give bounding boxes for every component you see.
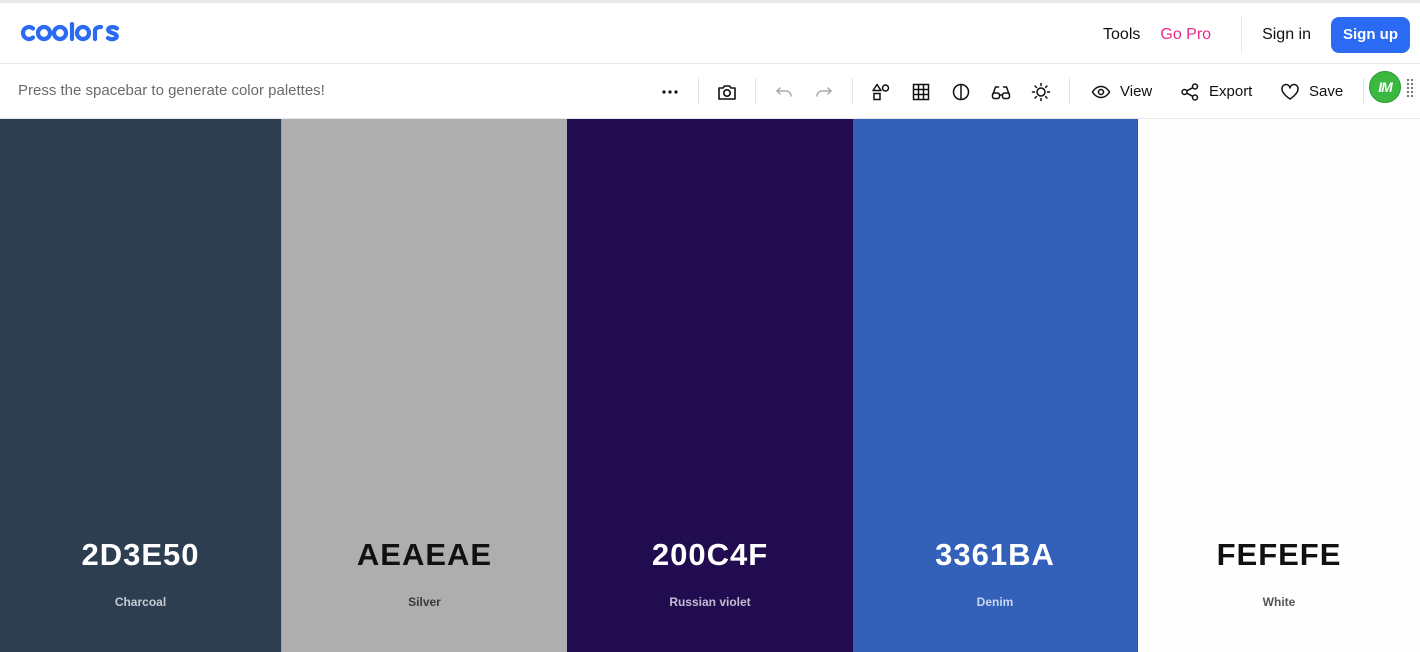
visualize-button[interactable] — [861, 72, 901, 112]
view-label: View — [1120, 83, 1153, 100]
adjust-brightness-button[interactable] — [1021, 72, 1061, 112]
save-button[interactable]: Save — [1280, 64, 1343, 119]
undo-button[interactable] — [764, 72, 804, 112]
redo-button[interactable] — [804, 72, 844, 112]
grid-icon — [912, 83, 930, 100]
drag-handle-icon[interactable] — [1406, 78, 1414, 98]
redo-icon — [816, 86, 832, 97]
eye-icon — [1091, 85, 1111, 98]
go-pro-link[interactable]: Go Pro — [1150, 17, 1221, 53]
sun-icon — [1031, 82, 1051, 101]
sign-in-link[interactable]: Sign in — [1252, 17, 1321, 53]
user-avatar[interactable]: IM — [1369, 71, 1401, 103]
more-icon — [662, 89, 678, 94]
contrast-button[interactable] — [941, 72, 981, 112]
toolbar-divider — [755, 78, 756, 104]
nav-divider — [1241, 17, 1243, 53]
color-swatch[interactable]: 3361BA Denim — [853, 119, 1138, 652]
view-button[interactable]: View — [1091, 64, 1152, 119]
glasses-icon — [991, 85, 1011, 99]
header-nav: Tools Go Pro Sign in Sign up — [1093, 17, 1410, 53]
export-label: Export — [1209, 83, 1253, 100]
palette-toolbar: Press the spacebar to generate color pal… — [0, 64, 1420, 119]
camera-icon — [718, 84, 736, 100]
swatch-hex-code[interactable]: 200C4F — [567, 537, 853, 573]
save-label: Save — [1309, 83, 1344, 100]
swatch-color-name: White — [1262, 595, 1296, 609]
swatch-hex-code[interactable]: 3361BA — [853, 537, 1137, 573]
color-blindness-button[interactable] — [981, 72, 1021, 112]
color-swatch[interactable]: FEFEFE White — [1138, 119, 1420, 652]
toolbar-divider — [1363, 78, 1364, 104]
toolbar-divider — [852, 78, 853, 104]
shapes-icon — [872, 83, 890, 100]
heart-icon — [1281, 83, 1299, 100]
history-tool-group — [764, 64, 844, 119]
swatch-color-name: Russian violet — [669, 595, 751, 609]
more-options-button[interactable] — [650, 72, 690, 112]
top-header: Tools Go Pro Sign in Sign up — [0, 0, 1420, 64]
sign-up-button[interactable]: Sign up — [1331, 17, 1410, 53]
swatch-hex-code[interactable]: AEAEAE — [282, 537, 567, 573]
toolbar-divider — [1069, 78, 1070, 104]
export-button[interactable]: Export — [1180, 64, 1252, 119]
spacebar-hint: Press the spacebar to generate color pal… — [18, 82, 325, 99]
tools-link[interactable]: Tools — [1093, 17, 1150, 53]
share-icon — [1181, 82, 1199, 101]
grid-view-button[interactable] — [901, 72, 941, 112]
swatch-color-name: Silver — [408, 595, 441, 609]
coolors-logo[interactable] — [20, 18, 132, 48]
color-swatch[interactable]: 200C4F Russian violet — [567, 119, 853, 652]
coolors-generator-page: Tools Go Pro Sign in Sign up Press the s… — [0, 0, 1420, 652]
undo-icon — [776, 86, 792, 97]
view-tools-group — [861, 64, 1061, 119]
color-palette: 2D3E50 Charcoal AEAEAE Silver 200C4F Rus… — [0, 119, 1420, 652]
swatch-hex-code[interactable]: 2D3E50 — [0, 537, 281, 573]
camera-tool-group — [707, 64, 747, 119]
toolbar-divider — [698, 78, 699, 104]
swatch-hex-code[interactable]: FEFEFE — [1138, 537, 1420, 573]
contrast-icon — [952, 83, 970, 100]
coolors-logo-wordmark — [20, 22, 120, 42]
swatch-color-name: Charcoal — [114, 595, 167, 609]
swatch-color-name: Denim — [976, 595, 1014, 609]
quick-view-button[interactable] — [707, 72, 747, 112]
color-swatch[interactable]: AEAEAE Silver — [281, 119, 567, 652]
color-swatch[interactable]: 2D3E50 Charcoal — [0, 119, 281, 652]
more-tool-group — [650, 64, 690, 119]
